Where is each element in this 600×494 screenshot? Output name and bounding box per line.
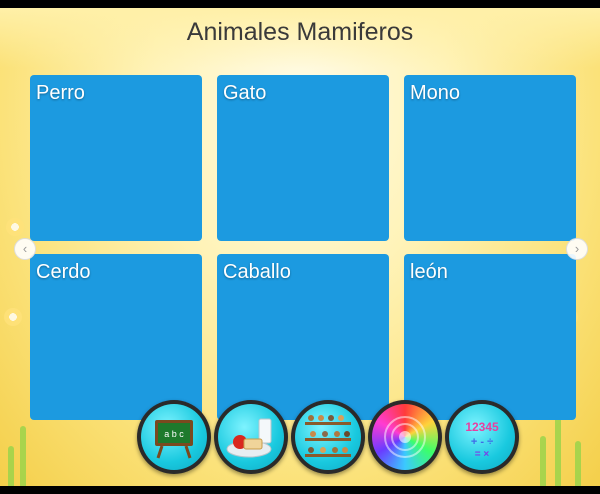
svg-text:+ - ÷: + - ÷ [471, 436, 493, 448]
grass-decoration [20, 426, 26, 486]
numbers-text: 12345 [465, 420, 499, 434]
flower-decoration [6, 218, 24, 236]
card-label: Caballo [223, 261, 291, 283]
animal-card-grid: Perro Gato Mono Cerdo Caballo león [30, 75, 577, 420]
card-label: Gato [223, 82, 267, 104]
card-label: Mono [410, 82, 461, 104]
dock-button-food[interactable] [214, 400, 288, 474]
svg-text:= ×: = × [475, 449, 490, 460]
grass-decoration [8, 446, 14, 486]
card-label: león [410, 261, 448, 283]
page-title: Animales Mamiferos [186, 18, 414, 46]
chalkboard-text: a b c [164, 429, 184, 439]
card-label: Cerdo [36, 261, 91, 283]
grass-decoration [540, 436, 546, 486]
dock-button-animals[interactable] [291, 400, 365, 474]
dock-button-abc[interactable]: a b c [137, 400, 211, 474]
card-leon[interactable]: león [404, 254, 576, 420]
app-stage: Animales Mamiferos Perro Gato Mono Cerdo… [0, 8, 600, 486]
flower-decoration [4, 308, 22, 326]
numbers-icon: 12345 + - ÷ = × [465, 420, 499, 460]
color-spiral-icon [384, 416, 426, 458]
animal-shelves-icon [305, 415, 351, 457]
card-gato[interactable]: Gato [217, 75, 389, 241]
abc-chalkboard-icon: a b c [155, 420, 193, 459]
chevron-left-icon[interactable]: ‹ [14, 238, 36, 260]
food-plate-icon [226, 418, 272, 458]
card-cerdo[interactable]: Cerdo [30, 254, 202, 420]
grass-decoration [555, 416, 561, 486]
card-label: Perro [36, 82, 85, 104]
app-dock: a b c 12345 + - ÷ = × [137, 400, 519, 474]
grass-decoration [575, 441, 581, 486]
dock-button-numbers[interactable]: 12345 + - ÷ = × [445, 400, 519, 474]
chevron-right-icon[interactable]: › [566, 238, 588, 260]
card-perro[interactable]: Perro [30, 75, 202, 241]
dock-button-colors[interactable] [368, 400, 442, 474]
card-mono[interactable]: Mono [404, 75, 576, 241]
card-caballo[interactable]: Caballo [217, 254, 389, 420]
